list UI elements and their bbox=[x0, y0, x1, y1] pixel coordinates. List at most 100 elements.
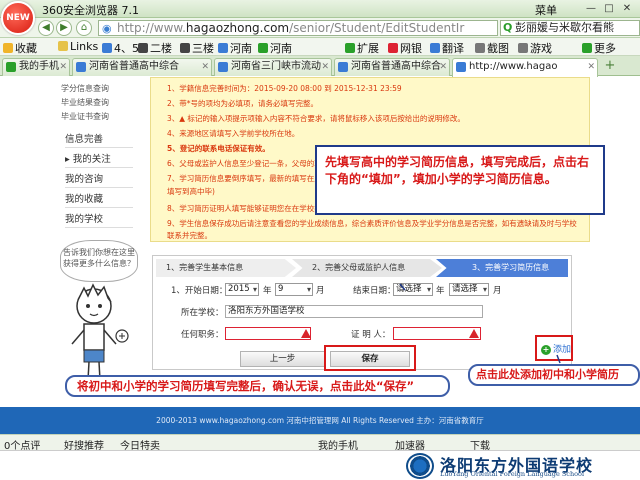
title-bar: 360安全浏览器 7.1 菜单 — □ ✕ bbox=[0, 0, 640, 18]
close-tab-icon[interactable]: ✕ bbox=[587, 59, 595, 75]
favorite-label: 二楼 bbox=[150, 42, 172, 55]
minimize-button[interactable]: — bbox=[584, 2, 598, 15]
notice-line: 3、▲ 标记的输入项提示项输入内容不符合要求，请将鼠标移入该项后按给出的说明修改… bbox=[167, 114, 465, 123]
end-month-select[interactable]: 请选择 bbox=[449, 283, 489, 296]
favorite-item[interactable]: 网银 bbox=[388, 40, 422, 56]
favorite-item[interactable]: 河南 bbox=[218, 40, 252, 56]
forward-icon[interactable]: ▶ bbox=[56, 20, 72, 36]
url-input[interactable]: ◉ http://www.hagaozhong.com/senior/Stude… bbox=[98, 20, 498, 36]
sidebar-item-graduation-query[interactable]: 毕业结果查询 bbox=[61, 97, 109, 108]
favorite-item[interactable]: 更多 bbox=[582, 40, 616, 56]
month-unit-label: 月 bbox=[316, 286, 325, 296]
favorite-label: 更多 bbox=[594, 42, 616, 55]
witness-input[interactable] bbox=[393, 327, 481, 340]
step-basic-info[interactable]: 1、完善学生基本信息 bbox=[156, 259, 296, 277]
favorite-label: 三楼 bbox=[192, 42, 214, 55]
browser-tab[interactable]: 河南省三门峡市流动 ✕ bbox=[214, 58, 332, 76]
search-text: 彭丽媛与米歇尔看熊 bbox=[515, 21, 614, 34]
new-badge-icon: NEW bbox=[1, 1, 35, 35]
favorite-icon bbox=[345, 43, 355, 53]
sidebar-item-credit-query[interactable]: 学分信息查询 bbox=[61, 83, 109, 94]
browser-tab[interactable]: 河南省普通高中综合 ✕ bbox=[72, 58, 212, 76]
school-input[interactable]: 洛阳东方外国语学校 bbox=[225, 305, 483, 318]
favorite-item[interactable]: 翻译 bbox=[430, 40, 464, 56]
close-window-button[interactable]: ✕ bbox=[620, 2, 634, 15]
favorite-icon bbox=[582, 43, 592, 53]
tab-label: 我的手机 bbox=[19, 61, 59, 72]
favorite-item[interactable]: 游戏 bbox=[518, 40, 552, 56]
notice-line: 1、学籍信息完善时间为：2015-09-20 08:00 到 2015-12-3… bbox=[167, 84, 402, 93]
favorite-icon bbox=[138, 43, 148, 53]
sidebar-item-my-follow[interactable]: ▸ 我的关注 bbox=[65, 151, 133, 168]
browser-tab[interactable]: 河南省普通高中综合 ✕ bbox=[334, 58, 450, 76]
tab-label: 河南省三门峡市流动 bbox=[231, 61, 321, 72]
sidebar-item-my-school[interactable]: 我的学校 bbox=[65, 211, 133, 228]
cartoon-boy-icon bbox=[71, 283, 129, 381]
url-path: /senior/Student/EditStudentIr bbox=[289, 21, 465, 35]
close-tab-icon[interactable]: ✕ bbox=[59, 59, 67, 75]
favorite-icon bbox=[102, 43, 112, 53]
favorite-label: 截图 bbox=[487, 42, 509, 55]
tab-label: http://www.hagao bbox=[469, 61, 558, 72]
favorite-item[interactable]: Links bbox=[58, 40, 98, 53]
window-title: 360安全浏览器 7.1 bbox=[42, 4, 139, 17]
notice-line: 7、学习简历信息要倒序填写，最新的填写在上面 bbox=[167, 174, 330, 183]
status-bar: 0个点评 好搜推荐 今日特卖 我的手机 加速器 下载 bbox=[0, 434, 640, 452]
tab-label: 河南省普通高中综合 bbox=[351, 61, 441, 72]
close-tab-icon[interactable]: ✕ bbox=[201, 59, 209, 75]
favorite-item[interactable]: 4、5 bbox=[102, 40, 139, 56]
search-input[interactable]: Q 彭丽媛与米歇尔看熊 bbox=[500, 20, 640, 36]
favorite-label: Links bbox=[70, 40, 99, 53]
browser-tab[interactable]: http://www.hagao ✕ bbox=[452, 58, 598, 77]
tab-favicon-icon bbox=[338, 62, 348, 72]
start-year-select[interactable]: 2015 bbox=[225, 283, 259, 296]
school-logo-icon bbox=[406, 453, 434, 479]
favorite-item[interactable]: 扩展 bbox=[345, 40, 379, 56]
favorite-item[interactable]: 河南 bbox=[258, 40, 292, 56]
previous-step-button[interactable]: 上一步 bbox=[240, 351, 325, 367]
year-unit-label: 年 bbox=[263, 286, 272, 296]
notice-line: 联系并完整。 bbox=[167, 231, 212, 240]
menu-button[interactable]: 菜单 bbox=[535, 2, 557, 18]
add-callout: 点击此处添加初中和小学简历 bbox=[468, 364, 640, 386]
start-month-select[interactable]: 9 bbox=[275, 283, 313, 296]
favorite-item[interactable]: 三楼 bbox=[180, 40, 214, 56]
sidebar-item-my-consult[interactable]: 我的咨询 bbox=[65, 171, 133, 188]
favorite-icon bbox=[430, 43, 440, 53]
favorites-bar: 收藏 Links 4、5 二楼 三楼 河南 河南 扩展 网银 翻译 截图 游戏 更多 bbox=[0, 38, 640, 56]
sidebar-item-my-favorites[interactable]: 我的收藏 bbox=[65, 191, 133, 208]
end-year-select[interactable]: 请选择 bbox=[393, 283, 433, 296]
step-guardian-info[interactable]: 2、完善父母或监护人信息 bbox=[292, 259, 442, 277]
favorite-icon bbox=[258, 43, 268, 53]
position-warning-icon bbox=[301, 329, 311, 338]
position-label: 任何职务： bbox=[181, 330, 224, 340]
site-footer: 2000-2013 www.hagaozhong.com 河南中招管理网 All… bbox=[0, 407, 640, 435]
close-tab-icon[interactable]: ✕ bbox=[321, 59, 329, 75]
end-date-label: 结束日期： bbox=[353, 286, 396, 296]
close-tab-icon[interactable]: ✕ bbox=[439, 59, 447, 75]
sidebar-item-certificate-query[interactable]: 毕业证书查询 bbox=[61, 111, 109, 122]
back-icon[interactable]: ◀ bbox=[38, 20, 54, 36]
save-highlight-box bbox=[324, 345, 416, 371]
tab-favicon-icon bbox=[456, 62, 466, 72]
browser-tab[interactable]: 我的手机 ✕ bbox=[2, 58, 70, 76]
step-resume-info[interactable]: 3、完善学习简历信息 bbox=[436, 259, 568, 277]
new-tab-button[interactable]: + bbox=[602, 59, 618, 74]
maximize-button[interactable]: □ bbox=[602, 2, 616, 15]
favorite-item[interactable]: 截图 bbox=[475, 40, 509, 56]
position-input[interactable] bbox=[225, 327, 311, 340]
start-date-label: 1、开始日期： bbox=[171, 286, 228, 296]
favorite-label: 翻译 bbox=[442, 42, 464, 55]
tab-favicon-icon bbox=[76, 62, 86, 72]
favorite-item[interactable]: 收藏 bbox=[3, 40, 37, 56]
school-label: 所在学校： bbox=[181, 308, 224, 318]
progress-steps: 1、完善学生基本信息 2、完善父母或监护人信息 3、完善学习简历信息 bbox=[156, 259, 568, 277]
favorite-label: 收藏 bbox=[15, 42, 37, 55]
feedback-cartoon[interactable]: 告诉我们你想在这里获得更多什么信息？ bbox=[58, 240, 140, 390]
notice-line: 填写到高中毕) bbox=[167, 187, 215, 196]
sidebar-label: 我的关注 bbox=[72, 154, 111, 165]
sidebar-item-info-complete[interactable]: 信息完善 bbox=[65, 131, 133, 148]
home-icon[interactable]: ⌂ bbox=[76, 20, 92, 36]
favorite-icon bbox=[518, 43, 528, 53]
favorite-item[interactable]: 二楼 bbox=[138, 40, 172, 56]
